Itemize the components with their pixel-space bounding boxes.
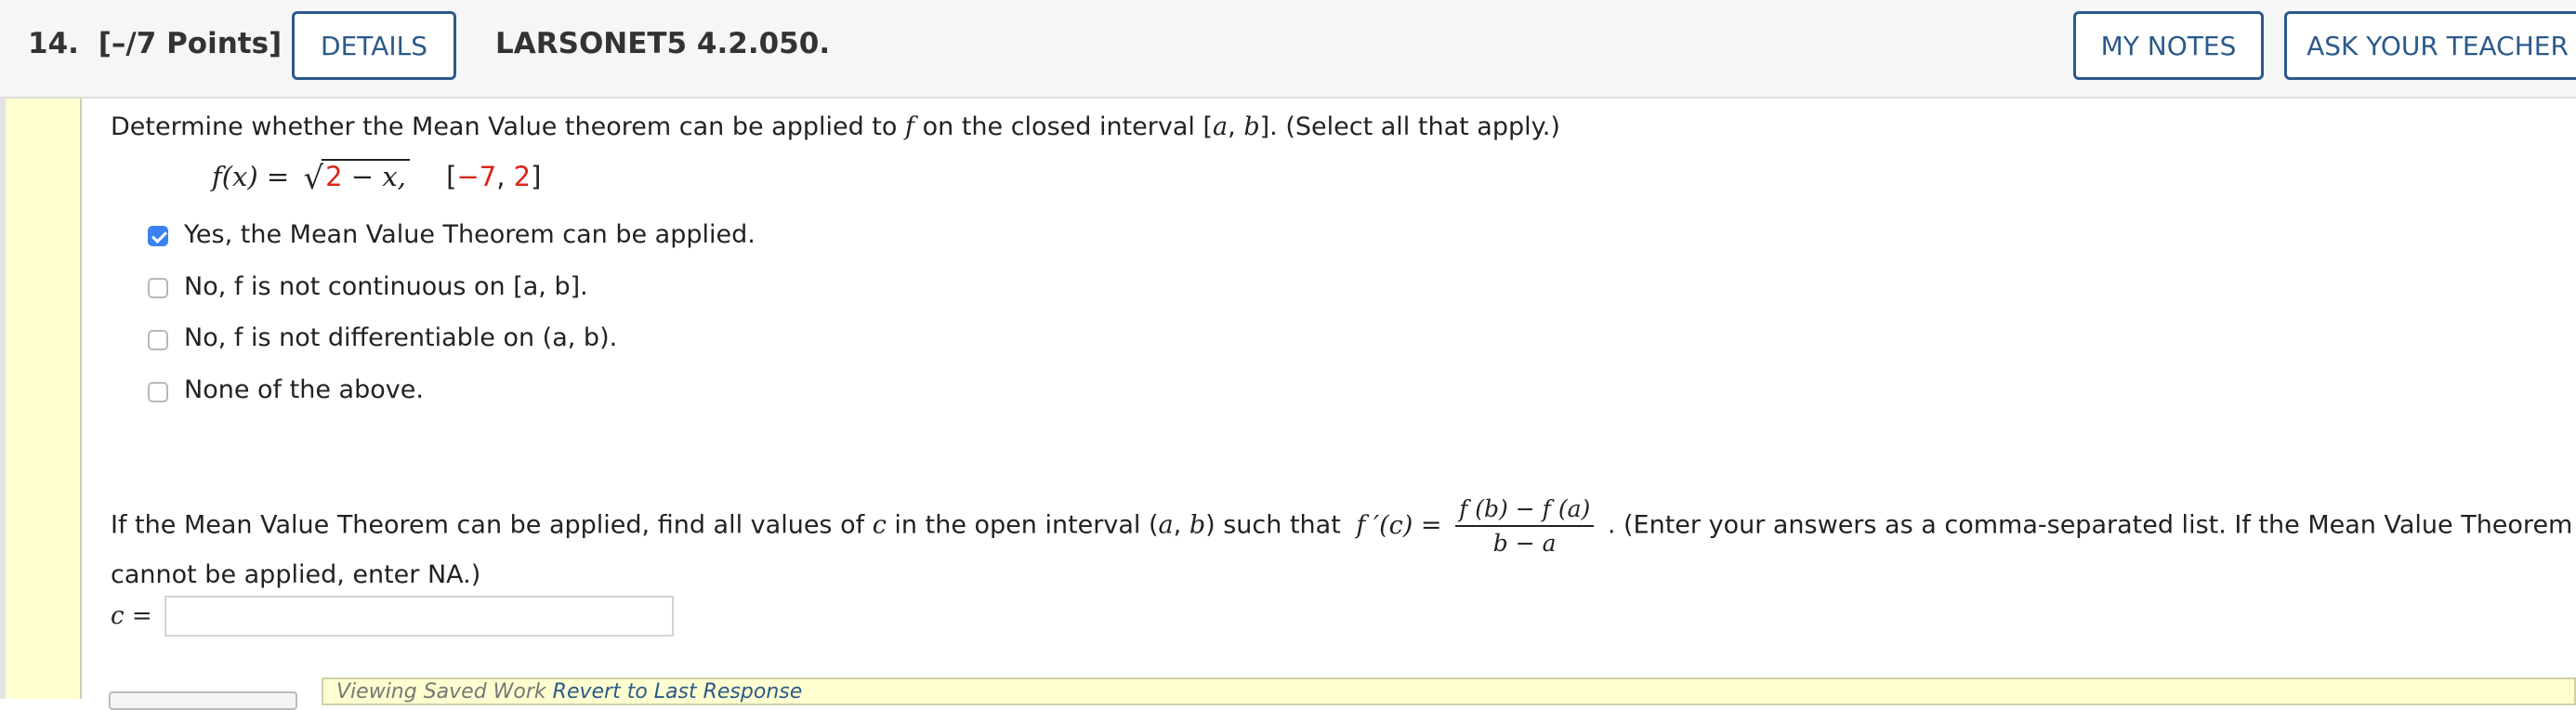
option-label-yes: Yes, the Mean Value Theorem can be appli… [184,220,756,249]
part2-prompt-line2: cannot be applied, enter NA.) [111,560,481,589]
revert-link[interactable]: Revert to Last Response [553,680,803,703]
question-status-stripe [6,99,82,699]
mvt-fraction: f (b) − f (a) b − a [1455,495,1595,557]
option-label-not-differentiable: No, f is not differentiable on (a, b). [184,323,618,352]
option-checkbox-not-continuous[interactable] [148,278,168,298]
details-button[interactable]: DETAILS [292,11,456,80]
submit-answer-button[interactable] [109,691,297,710]
answer-label: c = [111,602,152,630]
option-label-none: None of the above. [184,375,424,404]
radical-sign-icon: √ [303,160,324,197]
ask-teacher-button[interactable]: ASK YOUR TEACHER [2284,11,2576,80]
question-header: 14. [–/7 Points] DETAILS LARSONET5 4.2.0… [0,0,2576,99]
problem-code: LARSONET5 4.2.050. [495,27,831,60]
option-label-not-continuous: No, f is not continuous on [a, b]. [184,272,588,301]
part2-prompt: If the Mean Value Theorem can be applied… [111,495,2573,557]
radicand-number: 2 [325,161,343,192]
option-checkbox-not-differentiable[interactable] [148,330,168,350]
saved-work-text: Viewing Saved Work [336,680,546,703]
points-label: [–/7 Points] [98,27,283,60]
answer-c-input[interactable] [164,596,674,637]
function-lhs: f(x) = [212,161,290,192]
option-checkbox-yes[interactable] [148,226,168,246]
option-checkbox-none[interactable] [148,382,168,402]
sqrt-expression: √2 − x, [303,159,410,197]
question-number: 14. [–/7 Points] [28,27,283,60]
my-notes-button[interactable]: MY NOTES [2073,11,2264,80]
saved-work-bar: Viewing Saved Work Revert to Last Respon… [322,677,2576,705]
question-prompt: Determine whether the Mean Value theorem… [111,112,1560,141]
radicand-rest: − x, [342,161,406,192]
interval: [−7, 2] [446,161,542,192]
function-formula: f(x) = √2 − x, [−7, 2] [212,159,542,197]
